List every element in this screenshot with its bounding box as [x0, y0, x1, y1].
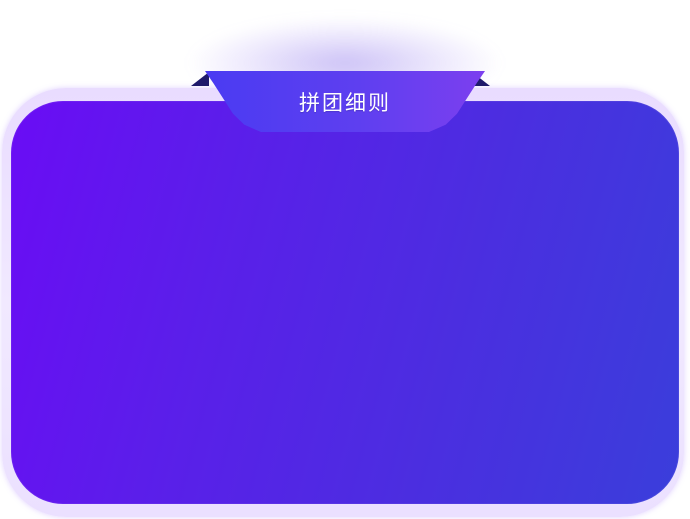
rules-tab-title: 拼团细则: [299, 90, 391, 115]
rules-tab: 拼团细则: [205, 71, 485, 132]
ribbon-fold-left: [191, 72, 209, 86]
rules-card: [11, 101, 679, 504]
